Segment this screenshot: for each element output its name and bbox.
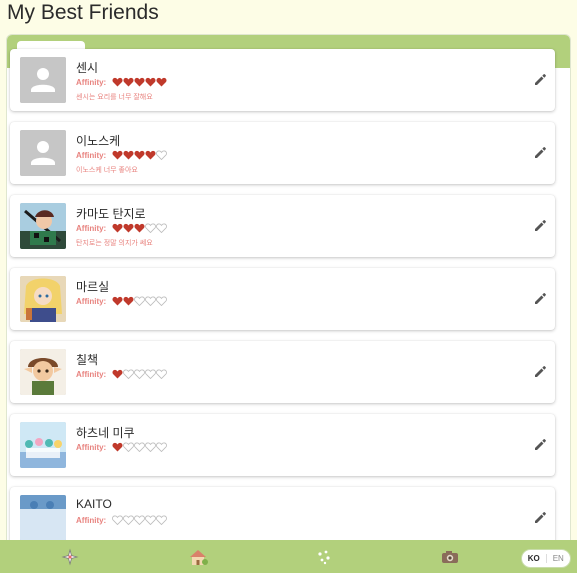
affinity-hearts [112, 150, 168, 160]
affinity-label: Affinity: [76, 77, 107, 87]
affinity-label: Affinity: [76, 150, 107, 160]
affinity-row: Affinity: [76, 77, 167, 87]
affinity-label: Affinity: [76, 223, 107, 233]
affinity-row: Affinity: [76, 296, 168, 306]
affinity-label: Affinity: [76, 515, 107, 525]
edit-pencil-icon[interactable] [533, 438, 547, 452]
heart-filled-icon [134, 77, 145, 87]
heart-empty-icon [145, 223, 157, 233]
heart-empty-icon [145, 442, 157, 452]
heart-empty-icon [156, 515, 168, 525]
affinity-row: Affinity: [76, 223, 168, 233]
friend-name: 하츠네 미쿠 [76, 426, 135, 440]
friend-memo: 센시는 요리를 너무 잘해요 [76, 94, 153, 101]
friend-card[interactable]: 이노스케 Affinity: 이노스케 너무 좋아요 [10, 122, 555, 184]
friend-name: 카마도 탄지로 [76, 207, 146, 221]
house-icon[interactable] [187, 548, 209, 566]
edit-pencil-icon[interactable] [533, 146, 547, 160]
affinity-label: Affinity: [76, 296, 107, 306]
camera-icon[interactable] [440, 548, 460, 566]
affinity-label: Affinity: [76, 442, 107, 452]
heart-empty-icon [145, 296, 157, 306]
heart-empty-icon [156, 150, 168, 160]
heart-filled-icon [145, 77, 156, 87]
heart-empty-icon [134, 296, 146, 306]
friend-card[interactable]: 마르실 Affinity: [10, 268, 555, 330]
heart-filled-icon [134, 150, 145, 160]
friend-name: 센시 [76, 61, 99, 75]
heart-empty-icon [134, 369, 146, 379]
chilchuck-portrait [20, 349, 66, 395]
friend-card[interactable]: 칠책 Affinity: [10, 341, 555, 403]
friend-name: 마르실 [76, 280, 110, 294]
heart-filled-icon [123, 223, 134, 233]
heart-filled-icon [123, 296, 134, 306]
heart-empty-icon [156, 442, 168, 452]
edit-pencil-icon[interactable] [533, 365, 547, 379]
affinity-row: Affinity: [76, 150, 168, 160]
heart-filled-icon [134, 223, 145, 233]
marcille-portrait [20, 276, 66, 322]
edit-pencil-icon[interactable] [533, 511, 547, 525]
friend-name: 이노스케 [76, 134, 121, 148]
friend-card[interactable]: 카마도 탄지로 Affinity: 탄지로는 정말 의지가 쎄요 [10, 195, 555, 257]
heart-filled-icon [123, 150, 134, 160]
dots-icon[interactable] [315, 548, 333, 566]
edit-pencil-icon[interactable] [533, 292, 547, 306]
bottom-nav [0, 540, 577, 573]
affinity-label: Affinity: [76, 369, 107, 379]
friend-list: 센시 Affinity: 센시는 요리를 너무 잘해요 이노스케 Affinity: 이노… [10, 49, 555, 560]
tanjiro-portrait [20, 203, 66, 249]
lang-ko-option[interactable]: KO [522, 554, 546, 563]
affinity-row: Affinity: [76, 369, 168, 379]
heart-empty-icon [112, 515, 124, 525]
affinity-hearts [112, 442, 168, 452]
heart-filled-icon [112, 150, 123, 160]
friend-memo: 이노스케 너무 좋아요 [76, 167, 138, 174]
heart-filled-icon [112, 369, 123, 379]
affinity-hearts [112, 296, 168, 306]
page-title: My Best Friends [7, 1, 159, 24]
lang-en-option[interactable]: EN [545, 554, 571, 563]
friend-memo: 탄지로는 정말 의지가 쎄요 [76, 240, 153, 247]
friend-card[interactable]: 하츠네 미쿠 Affinity: [10, 414, 555, 476]
friend-name: KAITO [76, 497, 112, 511]
friend-card[interactable]: 센시 Affinity: 센시는 요리를 너무 잘해요 [10, 49, 555, 111]
friend-name: 칠책 [76, 353, 99, 367]
affinity-hearts [112, 369, 168, 379]
heart-filled-icon [123, 77, 134, 87]
heart-empty-icon [156, 223, 168, 233]
affinity-row: Affinity: [76, 442, 168, 452]
heart-filled-icon [112, 77, 123, 87]
affinity-hearts [112, 223, 168, 233]
miku-portrait [20, 422, 66, 468]
affinity-row: Affinity: [76, 515, 168, 525]
sparkle-icon[interactable] [61, 548, 79, 566]
heart-filled-icon [145, 150, 156, 160]
edit-pencil-icon[interactable] [533, 73, 547, 87]
heart-empty-icon [123, 442, 135, 452]
heart-empty-icon [156, 296, 168, 306]
heart-empty-icon [145, 515, 157, 525]
heart-empty-icon [123, 515, 135, 525]
heart-filled-icon [112, 296, 123, 306]
default-avatar [20, 130, 66, 176]
heart-filled-icon [156, 77, 167, 87]
affinity-hearts [112, 515, 168, 525]
heart-filled-icon [112, 442, 123, 452]
language-toggle[interactable]: KO EN [521, 549, 571, 568]
edit-pencil-icon[interactable] [533, 219, 547, 233]
heart-filled-icon [112, 223, 123, 233]
kaito-portrait [20, 495, 66, 541]
heart-empty-icon [145, 369, 157, 379]
heart-empty-icon [156, 369, 168, 379]
default-avatar [20, 57, 66, 103]
heart-empty-icon [123, 369, 135, 379]
heart-empty-icon [134, 442, 146, 452]
heart-empty-icon [134, 515, 146, 525]
affinity-hearts [112, 77, 167, 87]
